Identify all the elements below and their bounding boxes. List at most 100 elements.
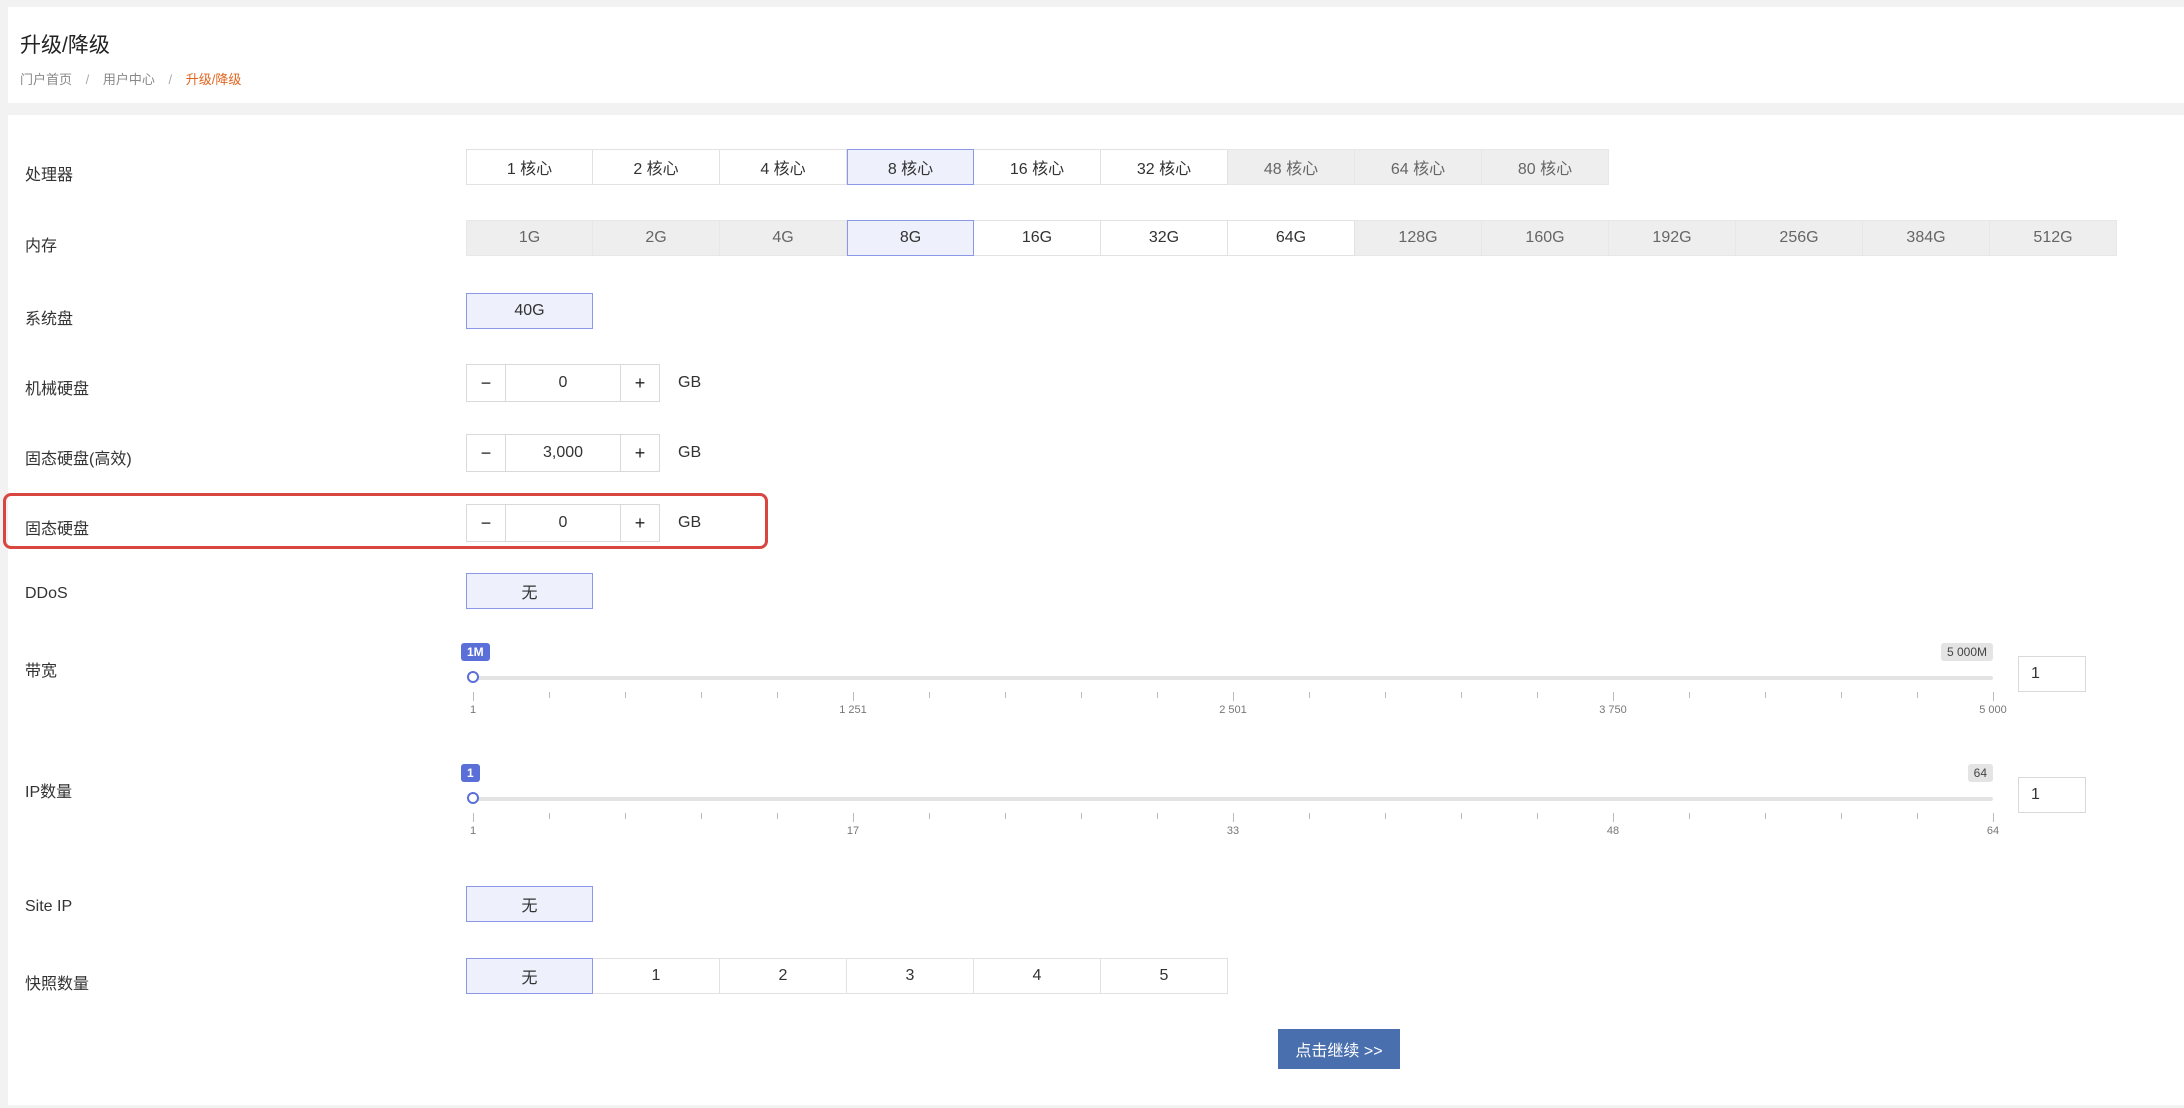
memory-option: 384G — [1863, 220, 1990, 256]
slider-minor-tick — [1005, 813, 1006, 819]
site-ip-label: Site IP — [25, 898, 73, 915]
slider-major-tick — [1993, 692, 1994, 701]
slider-minor-tick — [549, 813, 550, 819]
breadcrumb-separator: / — [85, 72, 90, 87]
cpu-option[interactable]: 16 核心 — [974, 149, 1101, 185]
cpu-option[interactable]: 1 核心 — [466, 149, 593, 185]
slider-minor-tick — [701, 813, 702, 819]
slider-tick-label: 17 — [846, 825, 860, 837]
snapshots-option[interactable]: 4 — [974, 958, 1101, 994]
breadcrumb-user-center[interactable]: 用户中心 — [103, 72, 155, 87]
ssd-efficient-increase-button[interactable]: + — [620, 434, 660, 472]
memory-option[interactable]: 16G — [974, 220, 1101, 256]
snapshots-options: 无12345 — [466, 958, 1228, 994]
snapshots-option[interactable]: 5 — [1101, 958, 1228, 994]
highlight-annotation — [3, 493, 768, 549]
slider-tick-label: 1 — [469, 704, 477, 716]
slider-minor-tick — [1917, 813, 1918, 819]
slider-major-tick — [1993, 813, 1994, 822]
cpu-option: 48 核心 — [1228, 149, 1355, 185]
slider-minor-tick — [1689, 692, 1690, 698]
memory-option: 128G — [1355, 220, 1482, 256]
cpu-option[interactable]: 4 核心 — [720, 149, 847, 185]
memory-option[interactable]: 8G — [847, 220, 974, 256]
hdd-decrease-button[interactable]: − — [466, 364, 506, 402]
slider-minor-tick — [1157, 692, 1158, 698]
slider-minor-tick — [777, 813, 778, 819]
memory-option: 160G — [1482, 220, 1609, 256]
ip-count-slider-track[interactable] — [473, 797, 1993, 801]
memory-option: 2G — [593, 220, 720, 256]
ip-count-max-badge: 64 — [1967, 764, 1993, 782]
slider-minor-tick — [1841, 813, 1842, 819]
slider-minor-tick — [1841, 692, 1842, 698]
slider-tick-label: 3 750 — [1599, 704, 1627, 716]
memory-option[interactable]: 64G — [1228, 220, 1355, 256]
snapshots-option[interactable]: 1 — [593, 958, 720, 994]
slider-tick-label: 48 — [1606, 825, 1620, 837]
snapshots-option[interactable]: 2 — [720, 958, 847, 994]
hdd-increase-button[interactable]: + — [620, 364, 660, 402]
memory-option: 512G — [1990, 220, 2117, 256]
site-ip-options: 无 — [466, 886, 593, 922]
slider-tick-label: 2 501 — [1219, 704, 1247, 716]
slider-major-tick — [1613, 692, 1614, 701]
slider-minor-tick — [1765, 692, 1766, 698]
slider-tick-label: 64 — [1986, 825, 2000, 837]
site-ip-option[interactable]: 无 — [466, 886, 593, 922]
slider-major-tick — [1233, 692, 1234, 701]
hdd-input[interactable] — [506, 364, 620, 402]
slider-minor-tick — [1537, 813, 1538, 819]
memory-options: 1G 2G 4G 8G 16G 32G 64G 128G 160G 192G 256G 384G 512… — [466, 220, 2117, 256]
ssd-efficient-decrease-button[interactable]: − — [466, 434, 506, 472]
slider-minor-tick — [1917, 692, 1918, 698]
slider-minor-tick — [1461, 813, 1462, 819]
cpu-option: 80 核心 — [1482, 149, 1609, 185]
system-disk-label: 系统盘 — [25, 311, 74, 328]
slider-minor-tick — [1081, 813, 1082, 819]
slider-minor-tick — [1765, 813, 1766, 819]
breadcrumb-current: 升级/降级 — [185, 72, 242, 87]
continue-button[interactable]: 点击继续 >> — [1278, 1029, 1400, 1069]
hdd-unit: GB — [678, 374, 702, 391]
cpu-option[interactable]: 2 核心 — [593, 149, 720, 185]
slider-minor-tick — [625, 692, 626, 698]
ip-count-input[interactable] — [2018, 777, 2086, 813]
memory-option: 256G — [1736, 220, 1863, 256]
slider-minor-tick — [1461, 692, 1462, 698]
ssd-efficient-unit: GB — [678, 444, 702, 461]
memory-option[interactable]: 32G — [1101, 220, 1228, 256]
slider-minor-tick — [1081, 692, 1082, 698]
bandwidth-input[interactable] — [2018, 656, 2086, 692]
snapshots-label: 快照数量 — [25, 976, 90, 993]
breadcrumb-separator: / — [168, 72, 173, 87]
memory-option: 4G — [720, 220, 847, 256]
bandwidth-slider-handle[interactable] — [467, 671, 479, 683]
snapshots-option[interactable]: 无 — [466, 958, 593, 994]
hdd-label: 机械硬盘 — [25, 381, 90, 398]
slider-tick-label: 33 — [1226, 825, 1240, 837]
bandwidth-slider-track[interactable] — [473, 676, 1993, 680]
ssd-efficient-input[interactable] — [506, 434, 620, 472]
breadcrumb-home[interactable]: 门户首页 — [20, 72, 72, 87]
system-disk-options: 40G — [466, 293, 593, 329]
ssd-efficient-label: 固态硬盘(高效) — [25, 451, 132, 468]
ip-count-slider-handle[interactable] — [467, 792, 479, 804]
cpu-label: 处理器 — [25, 167, 74, 184]
system-disk-option[interactable]: 40G — [466, 293, 593, 329]
slider-minor-tick — [1537, 692, 1538, 698]
snapshots-option[interactable]: 3 — [847, 958, 974, 994]
memory-label: 内存 — [25, 238, 58, 255]
ddos-option[interactable]: 无 — [466, 573, 593, 609]
cpu-option[interactable]: 32 核心 — [1101, 149, 1228, 185]
slider-minor-tick — [625, 813, 626, 819]
memory-option: 192G — [1609, 220, 1736, 256]
slider-tick-label: 1 — [469, 825, 477, 837]
slider-minor-tick — [1309, 813, 1310, 819]
cpu-option: 64 核心 — [1355, 149, 1482, 185]
slider-tick-label: 1 251 — [839, 704, 867, 716]
slider-major-tick — [853, 692, 854, 701]
cpu-option[interactable]: 8 核心 — [847, 149, 974, 185]
ddos-label: DDoS — [25, 585, 68, 602]
slider-major-tick — [1613, 813, 1614, 822]
